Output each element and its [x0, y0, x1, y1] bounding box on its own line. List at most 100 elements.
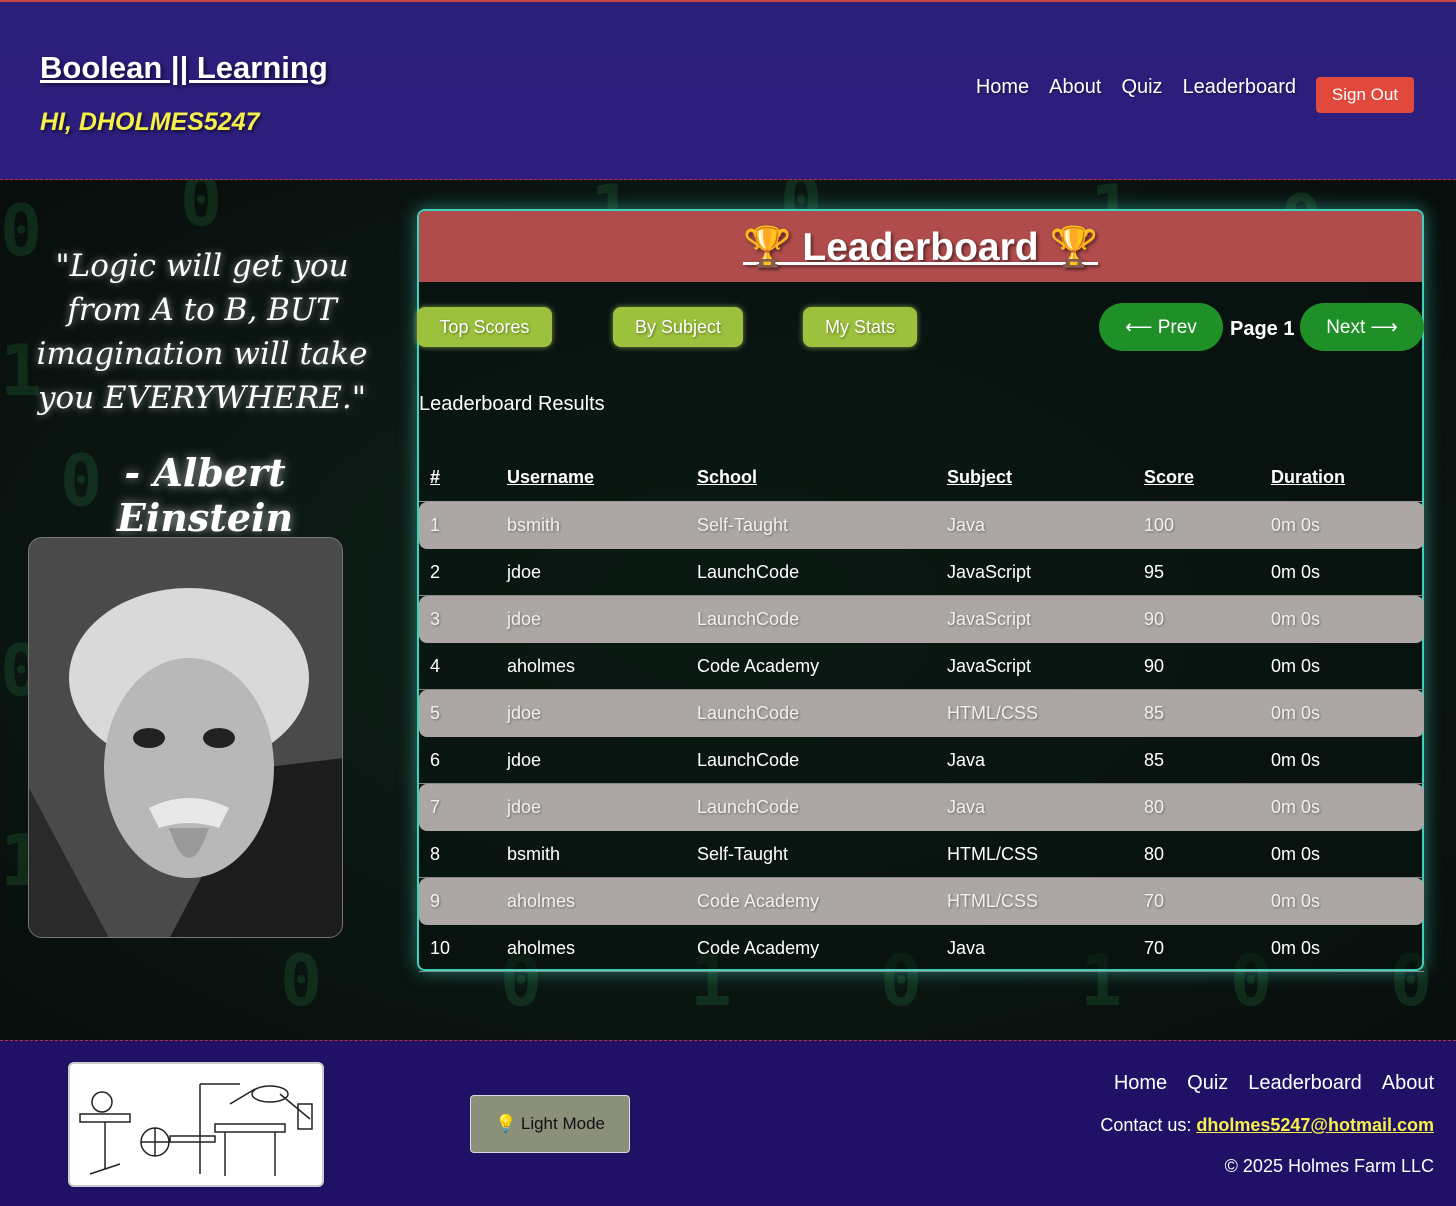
- table-row: 1 bsmith Self-Taught Java 100 0m 0s: [419, 502, 1424, 549]
- subject-cell: HTML/CSS: [936, 878, 1133, 925]
- table-header-row: # Username School Subject Score Duration: [419, 454, 1424, 502]
- rank-cell: 8: [419, 831, 496, 878]
- footer-nav: Home Quiz Leaderboard About: [1114, 1072, 1434, 1095]
- duration-cell: 0m 0s: [1260, 690, 1424, 737]
- einstein-portrait: [28, 537, 343, 938]
- school-cell: Code Academy: [686, 643, 936, 690]
- footer-leaderboard-link[interactable]: Leaderboard: [1248, 1072, 1361, 1095]
- column-header-duration[interactable]: Duration: [1260, 454, 1424, 502]
- school-cell: LaunchCode: [686, 690, 936, 737]
- school-cell: Self-Taught: [686, 502, 936, 549]
- leaderboard-table: # Username School Subject Score Duration…: [419, 454, 1424, 972]
- top-nav: Home About Quiz Leaderboard: [976, 76, 1296, 99]
- subject-cell: JavaScript: [936, 643, 1133, 690]
- duration-cell: 0m 0s: [1260, 549, 1424, 596]
- username-cell: jdoe: [496, 596, 686, 643]
- subject-cell: Java: [936, 925, 1133, 972]
- username-cell: aholmes: [496, 643, 686, 690]
- username-cell: jdoe: [496, 549, 686, 596]
- my-stats-button[interactable]: My Stats: [803, 307, 917, 347]
- nav-quiz-link[interactable]: Quiz: [1121, 76, 1162, 99]
- top-scores-button[interactable]: Top Scores: [417, 307, 552, 347]
- rank-cell: 5: [419, 690, 496, 737]
- score-cell: 80: [1133, 831, 1260, 878]
- footer-about-link[interactable]: About: [1382, 1072, 1434, 1095]
- username-cell: jdoe: [496, 690, 686, 737]
- table-row: 6 jdoe LaunchCode Java 85 0m 0s: [419, 737, 1424, 784]
- duration-cell: 0m 0s: [1260, 596, 1424, 643]
- contact-prefix: Contact us:: [1100, 1115, 1197, 1135]
- subject-cell: Java: [936, 784, 1133, 831]
- table-row: 9 aholmes Code Academy HTML/CSS 70 0m 0s: [419, 878, 1424, 925]
- rank-cell: 2: [419, 549, 496, 596]
- footer-home-link[interactable]: Home: [1114, 1072, 1167, 1095]
- column-header-rank[interactable]: #: [419, 454, 496, 502]
- score-cell: 85: [1133, 737, 1260, 784]
- subject-cell: Java: [936, 502, 1133, 549]
- username-cell: jdoe: [496, 784, 686, 831]
- inspirational-quote: "Logic will get you from A to B, BUT ima…: [36, 248, 368, 416]
- username-cell: aholmes: [496, 878, 686, 925]
- username-cell: bsmith: [496, 502, 686, 549]
- table-row: 7 jdoe LaunchCode Java 80 0m 0s: [419, 784, 1424, 831]
- table-row: 2 jdoe LaunchCode JavaScript 95 0m 0s: [419, 549, 1424, 596]
- score-cell: 95: [1133, 549, 1260, 596]
- score-cell: 100: [1133, 502, 1260, 549]
- school-cell: Code Academy: [686, 925, 936, 972]
- sign-out-button[interactable]: Sign Out: [1316, 77, 1414, 113]
- username-cell: jdoe: [496, 737, 686, 784]
- machine-drawing-icon: [79, 1083, 313, 1176]
- rank-cell: 4: [419, 643, 496, 690]
- site-header: Boolean || Learning HI, DHOLMES5247 Home…: [0, 0, 1456, 180]
- school-cell: LaunchCode: [686, 549, 936, 596]
- score-cell: 85: [1133, 690, 1260, 737]
- column-header-subject[interactable]: Subject: [936, 454, 1133, 502]
- duration-cell: 0m 0s: [1260, 737, 1424, 784]
- column-header-score[interactable]: Score: [1133, 454, 1260, 502]
- score-cell: 70: [1133, 925, 1260, 972]
- rank-cell: 6: [419, 737, 496, 784]
- subject-cell: Java: [936, 737, 1133, 784]
- score-cell: 70: [1133, 878, 1260, 925]
- user-greeting: HI, DHOLMES5247: [40, 108, 260, 136]
- table-row: 5 jdoe LaunchCode HTML/CSS 85 0m 0s: [419, 690, 1424, 737]
- leaderboard-title-bar: 🏆 Leaderboard 🏆: [419, 211, 1422, 282]
- table-row: 3 jdoe LaunchCode JavaScript 90 0m 0s: [419, 596, 1424, 643]
- username-cell: aholmes: [496, 925, 686, 972]
- username-cell: bsmith: [496, 831, 686, 878]
- subject-cell: JavaScript: [936, 596, 1133, 643]
- nav-leaderboard-link[interactable]: Leaderboard: [1183, 76, 1296, 99]
- school-cell: Code Academy: [686, 878, 936, 925]
- next-page-button[interactable]: Next ⟶: [1300, 303, 1424, 351]
- table-body: 1 bsmith Self-Taught Java 100 0m 0s 2 jdoe Launc…: [419, 502, 1424, 972]
- by-subject-button[interactable]: By Subject: [613, 307, 743, 347]
- footer-quiz-link[interactable]: Quiz: [1187, 1072, 1228, 1095]
- leaderboard-title: 🏆 Leaderboard 🏆: [742, 225, 1099, 269]
- school-cell: LaunchCode: [686, 784, 936, 831]
- duration-cell: 0m 0s: [1260, 502, 1424, 549]
- brand-title[interactable]: Boolean || Learning: [40, 50, 328, 86]
- page-indicator: Page 1: [1230, 318, 1295, 340]
- contact-email-link[interactable]: dholmes5247@hotmail.com: [1196, 1115, 1434, 1135]
- duration-cell: 0m 0s: [1260, 878, 1424, 925]
- prev-page-button[interactable]: ⟵ Prev: [1099, 303, 1223, 351]
- nav-about-link[interactable]: About: [1049, 76, 1101, 99]
- rank-cell: 1: [419, 502, 496, 549]
- rank-cell: 9: [419, 878, 496, 925]
- subject-cell: JavaScript: [936, 549, 1133, 596]
- table-row: 10 aholmes Code Academy Java 70 0m 0s: [419, 925, 1424, 972]
- einstein-photo-icon: [29, 538, 342, 937]
- duration-cell: 0m 0s: [1260, 643, 1424, 690]
- contact-line: Contact us: dholmes5247@hotmail.com: [1100, 1115, 1434, 1136]
- subject-cell: HTML/CSS: [936, 690, 1133, 737]
- leaderboard-panel: 🏆 Leaderboard 🏆 Top Scores By Subject My…: [417, 209, 1424, 972]
- light-mode-toggle[interactable]: 💡 Light Mode: [470, 1095, 630, 1153]
- nav-home-link[interactable]: Home: [976, 76, 1029, 99]
- column-header-username[interactable]: Username: [496, 454, 686, 502]
- column-header-school[interactable]: School: [686, 454, 936, 502]
- results-heading: Leaderboard Results: [419, 393, 605, 415]
- subject-cell: HTML/CSS: [936, 831, 1133, 878]
- school-cell: LaunchCode: [686, 737, 936, 784]
- duration-cell: 0m 0s: [1260, 784, 1424, 831]
- rube-goldberg-illustration: [68, 1062, 324, 1187]
